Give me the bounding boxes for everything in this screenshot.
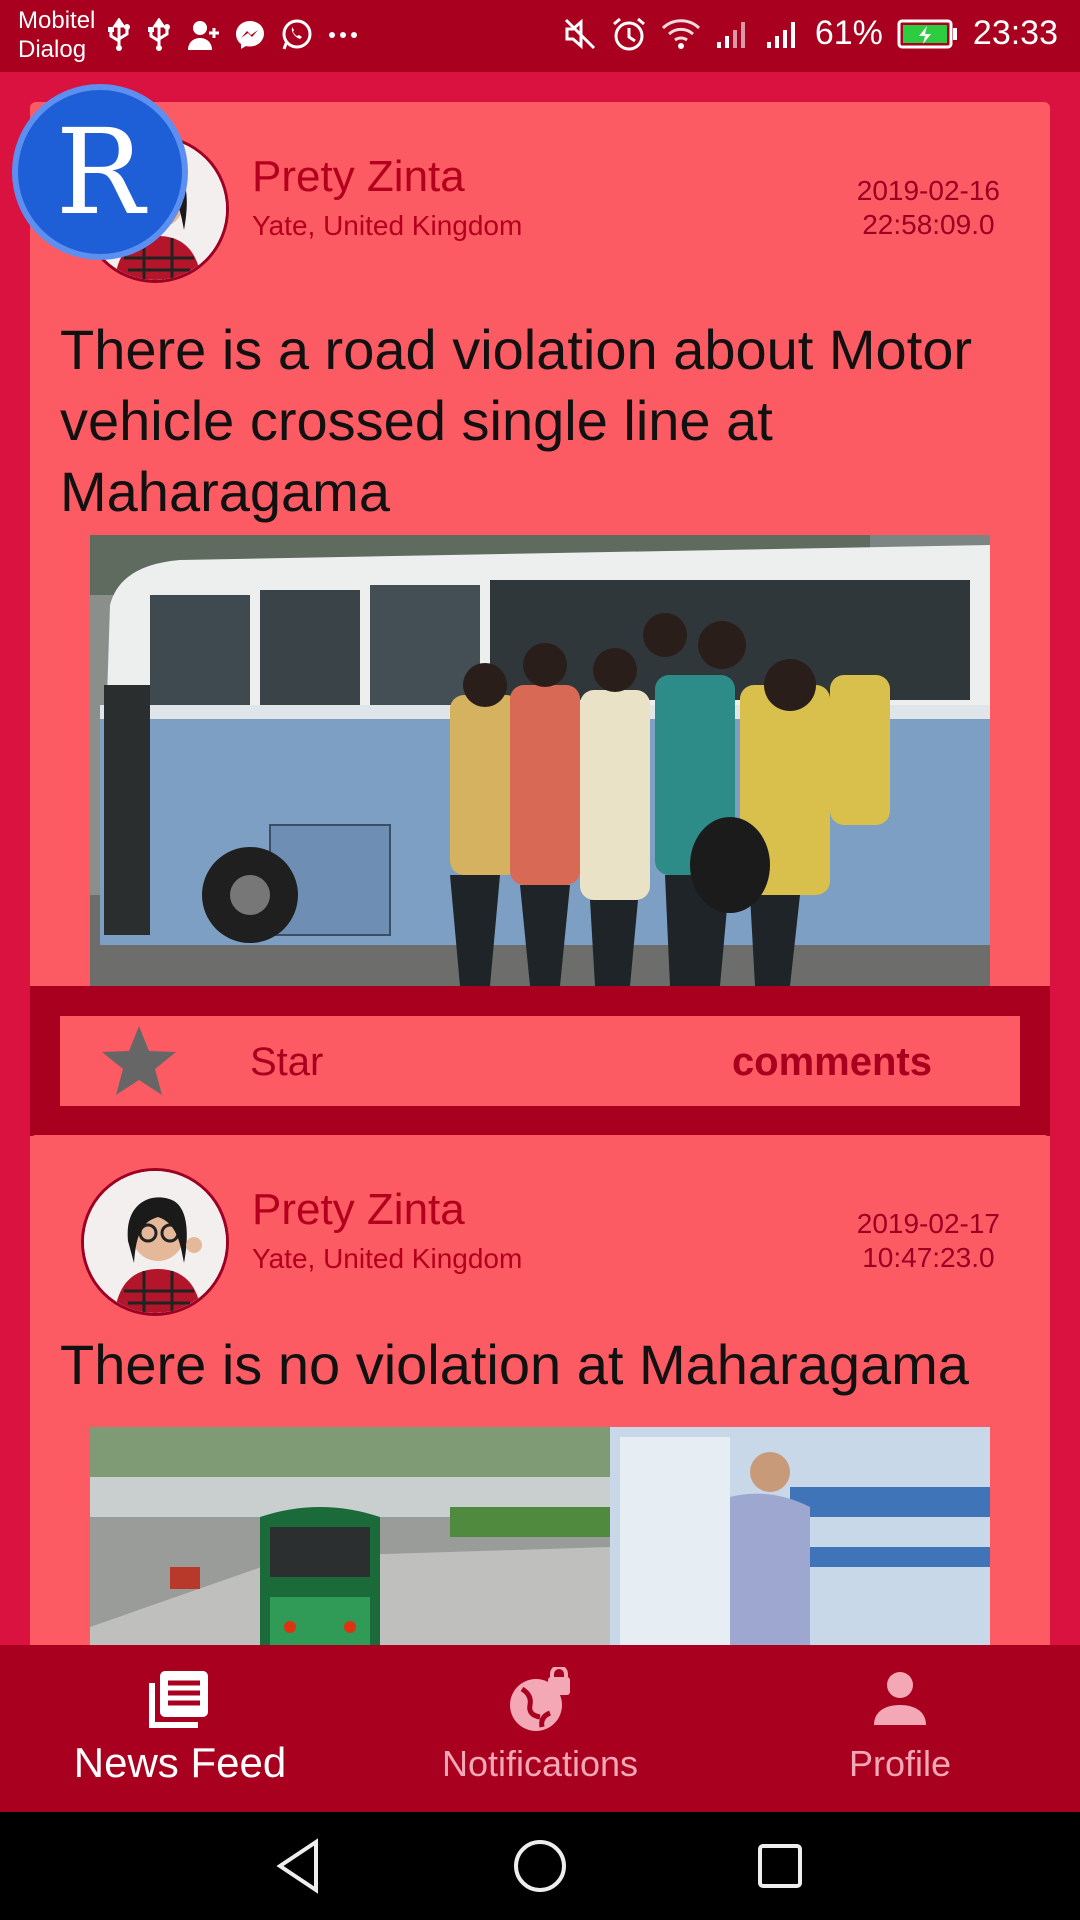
nav-profile[interactable]: Profile [720,1645,1080,1812]
post-timestamp: 2019-02-16 22:58:09.0 [857,174,1000,242]
signal-icon [715,18,751,50]
post-date: 2019-02-17 [856,1208,1000,1239]
post-location: Yate, United Kingdom [252,210,523,241]
mute-icon [563,17,597,51]
whatsapp-icon [280,18,314,52]
star-button[interactable]: Star [250,1040,323,1085]
usb-icon [146,18,172,52]
more-dots-icon [328,30,358,40]
post-date: 2019-02-16 [856,175,1000,206]
back-icon[interactable] [268,1834,332,1898]
news-feed[interactable]: Prety Zinta Yate, United Kingdom 2019-02… [0,72,1080,1645]
avatar[interactable] [81,1168,229,1316]
r-badge-letter: R [55,103,145,241]
post-action-bar: Star comments [30,986,1050,1136]
wifi-icon [661,18,701,50]
post-author-name[interactable]: Prety Zinta [252,1185,465,1235]
r-badge[interactable]: R [12,84,188,260]
messenger-icon [234,19,266,51]
system-status-icons: 61% 23:33 [563,14,1058,53]
post-title: There is a road violation about Motor ve… [60,318,973,523]
star-icon[interactable] [100,1022,178,1100]
post-image[interactable] [90,535,990,986]
post-title: There is no violation at Maharagama [60,1333,969,1396]
post-image[interactable] [90,1427,990,1645]
person-icon [868,1667,932,1736]
home-icon[interactable] [508,1834,572,1898]
bottom-navigation: News Feed Notifications Profile [0,1645,1080,1812]
post-timestamp: 2019-02-17 10:47:23.0 [857,1207,1000,1275]
clock-time: 23:33 [972,14,1058,52]
post-card[interactable]: Prety Zinta Yate, United Kingdom 2019-02… [30,1135,1050,1645]
usb-icon [106,18,132,52]
nav-label: Profile [848,1743,952,1784]
post-actions: Star comments [60,1016,1020,1106]
carrier-mobitel: Mobitel [18,7,96,34]
comments-button[interactable]: comments [732,1040,932,1085]
battery-percent: 61% [814,14,883,52]
notification-icons [106,18,358,52]
system-navigation-bar [0,1812,1080,1920]
post-time: 10:47:23.0 [862,1242,995,1273]
carrier-names: Mobitel Dialog [18,6,95,64]
post-location: Yate, United Kingdom [252,1243,523,1274]
post-author-name[interactable]: Prety Zinta [252,152,465,202]
globe-lock-icon [506,1665,574,1740]
nav-news-feed[interactable]: News Feed [0,1645,360,1812]
add-user-icon [186,18,220,52]
post-card[interactable]: Prety Zinta Yate, United Kingdom 2019-02… [30,102,1050,1162]
nav-notifications[interactable]: Notifications [360,1645,720,1812]
recents-icon[interactable] [748,1834,812,1898]
battery-charging-icon [897,18,959,50]
newspaper-icon [148,1667,212,1736]
nav-label: Notifications [441,1743,639,1784]
post-time: 22:58:09.0 [862,209,995,240]
nav-label: News Feed [73,1739,287,1786]
carrier-dialog: Dialog [18,36,87,63]
status-bar: Mobitel Dialog 61% 23:33 [0,0,1080,72]
signal-icon [765,18,801,50]
alarm-icon [611,16,647,52]
